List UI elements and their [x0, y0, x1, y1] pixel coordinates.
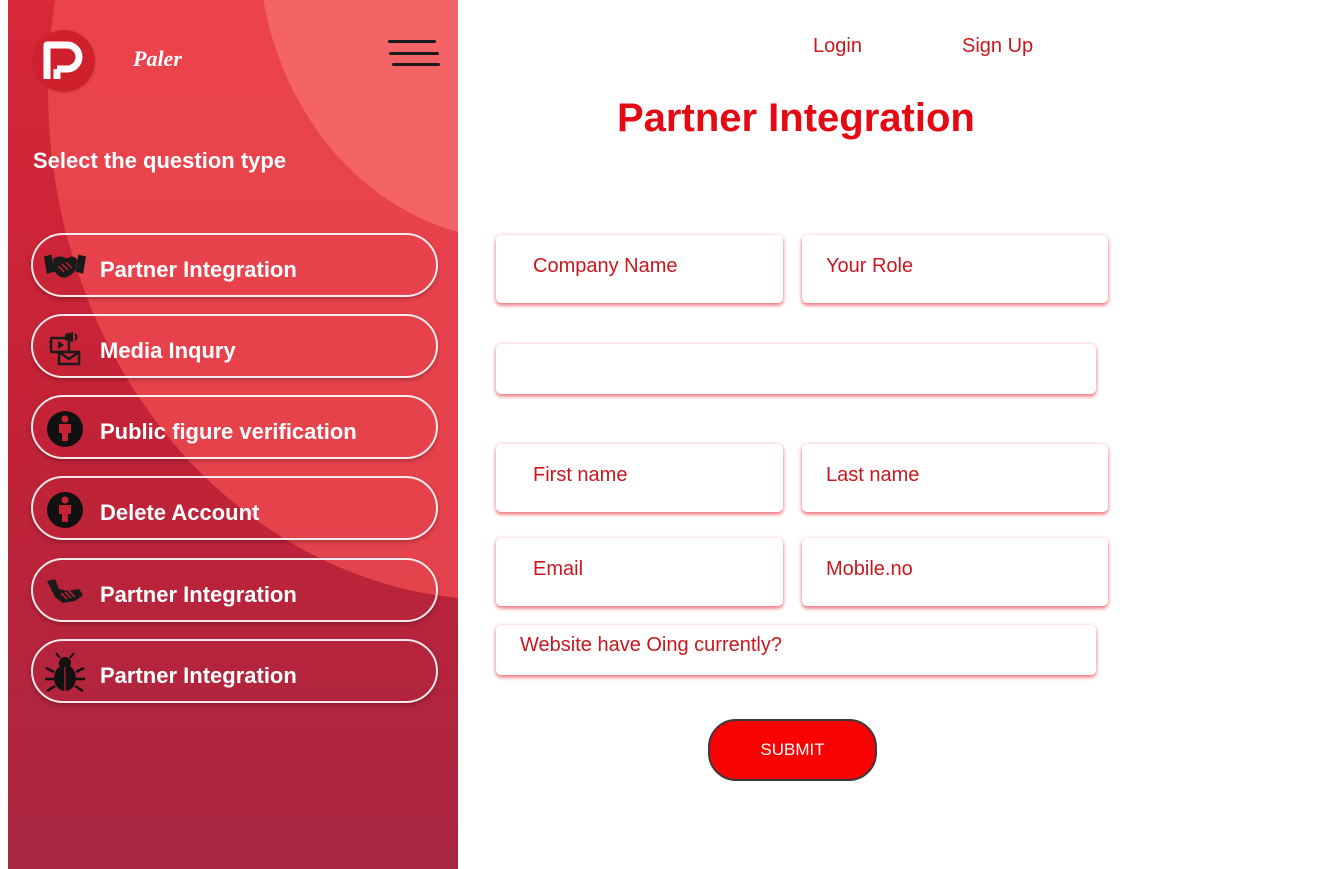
sidebar-item-partner-integration[interactable]: Partner Integration: [31, 233, 438, 297]
hamburger-menu-icon[interactable]: [388, 38, 440, 68]
last-name-placeholder: Last name: [826, 464, 920, 486]
website-question-field[interactable]: Website have Oing currently?: [496, 625, 1096, 675]
login-link[interactable]: Login: [813, 35, 862, 58]
blank-input-field[interactable]: [496, 344, 1096, 394]
bug-icon: [43, 652, 87, 693]
sidebar-heading: Select the question type: [33, 148, 287, 173]
sidebar-item-public-figure-verification[interactable]: Public figure verification: [31, 395, 438, 459]
sidebar-item-partner-integration-3[interactable]: Partner Integration: [31, 639, 438, 703]
first-name-field[interactable]: First name: [496, 444, 783, 512]
submit-button[interactable]: SUBMIT: [708, 719, 877, 781]
sidebar-item-label: Public figure verification: [100, 419, 357, 444]
email-placeholder: Email: [533, 558, 584, 580]
sidebar-item-label: Partner Integration: [100, 582, 297, 607]
person-icon: [43, 409, 87, 449]
email-field[interactable]: Email: [496, 538, 783, 606]
page-title: Partner Integration: [617, 96, 975, 140]
logo-mark-icon: [43, 41, 83, 79]
sidebar-item-label: Delete Account: [100, 500, 260, 525]
brand-name: Paler: [133, 46, 182, 71]
company-name-placeholder: Company Name: [533, 255, 678, 277]
media-icon: [43, 328, 87, 368]
your-role-field[interactable]: Your Role: [802, 235, 1108, 303]
sidebar-item-media-inquiry[interactable]: Media Inqury: [31, 314, 438, 378]
first-name-placeholder: First name: [533, 464, 628, 486]
handshake-icon: [43, 247, 87, 287]
sidebar-item-label: Partner Integration: [100, 663, 297, 688]
company-name-field[interactable]: Company Name: [496, 235, 783, 303]
mobile-placeholder: Mobile.no: [826, 558, 913, 580]
sidebar-item-partner-integration-2[interactable]: Partner Integration: [31, 558, 438, 622]
mobile-field[interactable]: Mobile.no: [802, 538, 1108, 606]
your-role-placeholder: Your Role: [826, 255, 914, 277]
sidebar-item-label: Partner Integration: [100, 257, 297, 282]
last-name-field[interactable]: Last name: [802, 444, 1108, 512]
person-icon: [43, 490, 87, 530]
sidebar: Paler Select the question type Partner I…: [8, 0, 458, 869]
sidebar-item-label: Media Inqury: [100, 338, 236, 363]
signup-link[interactable]: Sign Up: [962, 35, 1033, 58]
logo[interactable]: [33, 30, 95, 92]
website-question-placeholder: Website have Oing currently?: [520, 634, 782, 656]
handshake-icon: [43, 572, 87, 612]
sidebar-item-delete-account[interactable]: Delete Account: [31, 476, 438, 540]
